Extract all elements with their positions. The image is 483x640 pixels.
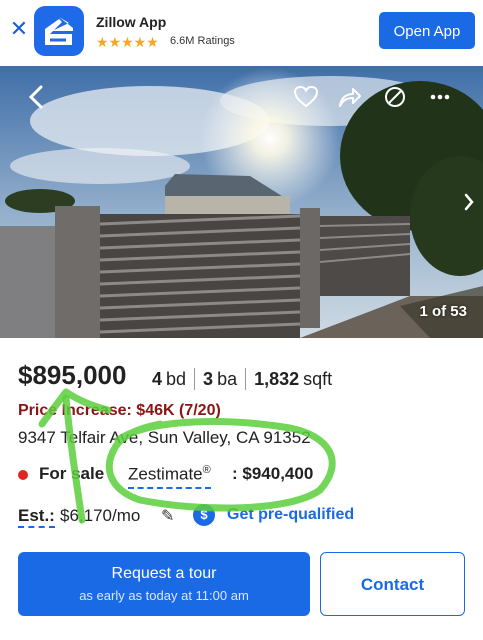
zestimate-label: Zestimate	[128, 464, 203, 484]
rating-stars-icon: ★★★★★	[96, 34, 159, 50]
beds-unit: bd	[166, 368, 187, 389]
rating-count: 6.6M Ratings	[170, 35, 235, 47]
for-sale-dot-icon	[18, 470, 28, 480]
pencil-edit-icon[interactable]: ✎	[161, 506, 174, 526]
open-app-button[interactable]: Open App	[379, 12, 475, 49]
listing-photo[interactable]: 1 of 53	[0, 66, 483, 338]
listing-price: $895,000	[18, 360, 127, 390]
get-prequalified-link[interactable]: Get pre-qualified	[227, 506, 354, 524]
app-banner: ✕ Zillow App ★★★★★ 6.6M Ratings Open App	[0, 0, 483, 64]
beds-value: 4	[152, 368, 163, 389]
zestimate-value: : $940,400	[232, 464, 314, 483]
est-payment-info-link[interactable]: Est.:	[18, 506, 55, 528]
photo-counter: 1 of 53	[419, 303, 467, 320]
photo-illustration	[0, 66, 483, 338]
listing-facts: 4 bd 3 ba 1,832 sqft	[152, 368, 332, 390]
contact-button[interactable]: Contact	[320, 552, 465, 616]
listing-address: 9347 Telfair Ave, Sun Valley, CA 91352	[18, 428, 311, 447]
sqft-value: 1,832	[254, 368, 300, 389]
price-change-notice: Price Increase: $46K (7/20)	[18, 402, 221, 419]
facts-divider	[194, 368, 196, 390]
facts-divider	[245, 368, 247, 390]
request-tour-button[interactable]: Request a tour as early as today at 11:0…	[18, 552, 310, 616]
baths-unit: ba	[217, 368, 238, 389]
est-payment-value: $6,170/mo	[60, 506, 141, 525]
registered-mark: ®	[202, 464, 211, 476]
zillow-logo-icon	[34, 6, 84, 56]
listing-status: For sale	[39, 464, 105, 483]
baths-value: 3	[203, 368, 214, 389]
dollar-circle-icon: $	[193, 504, 215, 526]
request-tour-label: Request a tour	[111, 565, 217, 582]
close-icon[interactable]: ✕	[9, 18, 29, 40]
app-name: Zillow App	[96, 14, 167, 30]
request-tour-availability: as early as today at 11:00 am	[79, 588, 249, 603]
sqft-unit: sqft	[303, 368, 333, 389]
zestimate-info-link[interactable]: Zestimate®	[128, 464, 211, 489]
